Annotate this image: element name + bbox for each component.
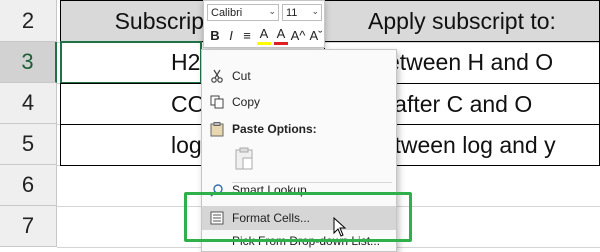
menu-item-cut-label: Cut	[232, 69, 251, 83]
font-name-dropdown[interactable]: Calibri ⌄	[207, 4, 279, 21]
row-header-3[interactable]: 3	[0, 42, 57, 83]
header-cell-apply[interactable]: Apply subscript to:	[324, 0, 600, 42]
shrink-font-button[interactable]: Aˇ	[308, 25, 324, 45]
bold-button[interactable]: B	[208, 25, 222, 45]
copy-icon	[202, 95, 232, 109]
grow-font-button[interactable]: A^	[290, 25, 306, 45]
chevron-down-icon: ⌄	[268, 6, 276, 16]
active-cell-selection	[60, 41, 202, 84]
cell-c4-text: 2 after C and O	[375, 90, 533, 117]
scissors-icon	[202, 69, 232, 83]
row-header-5[interactable]: 5	[0, 124, 57, 165]
highlight-annotation-box	[184, 192, 412, 242]
header-subscript-text: Subscript	[114, 7, 211, 34]
align-button[interactable]: ≡	[240, 25, 254, 45]
menu-item-paste-options-label: Paste Options:	[232, 122, 317, 136]
font-size-dropdown[interactable]: 11 ⌄	[282, 4, 322, 21]
menu-item-paste-options: Paste Options:	[202, 117, 396, 141]
clipboard-icon	[202, 121, 232, 137]
header-apply-text: Apply subscript to:	[368, 7, 556, 34]
menu-item-cut[interactable]: Cut	[202, 64, 396, 88]
paste-clipboard-icon	[202, 147, 286, 171]
font-color-button[interactable]: A	[274, 25, 288, 45]
mini-toolbar: Calibri ⌄ 11 ⌄ B I ≡ A A A^ Aˇ	[203, 0, 325, 48]
menu-item-copy-label: Copy	[232, 95, 261, 109]
font-name-value: Calibri	[211, 6, 243, 19]
font-size-value: 11	[286, 6, 298, 19]
row-header-2[interactable]: 2	[0, 0, 57, 42]
row-header-7[interactable]: 7	[0, 206, 57, 247]
row-header-4[interactable]: 4	[0, 83, 57, 124]
chevron-down-icon: ⌄	[311, 6, 319, 16]
highlight-color-button[interactable]: A	[257, 25, 271, 45]
paste-button[interactable]	[202, 144, 396, 174]
italic-button[interactable]: I	[224, 25, 238, 45]
row-header-6[interactable]: 6	[0, 165, 57, 206]
cell-b5-text: log	[171, 131, 202, 158]
menu-item-copy[interactable]: Copy	[202, 90, 396, 114]
